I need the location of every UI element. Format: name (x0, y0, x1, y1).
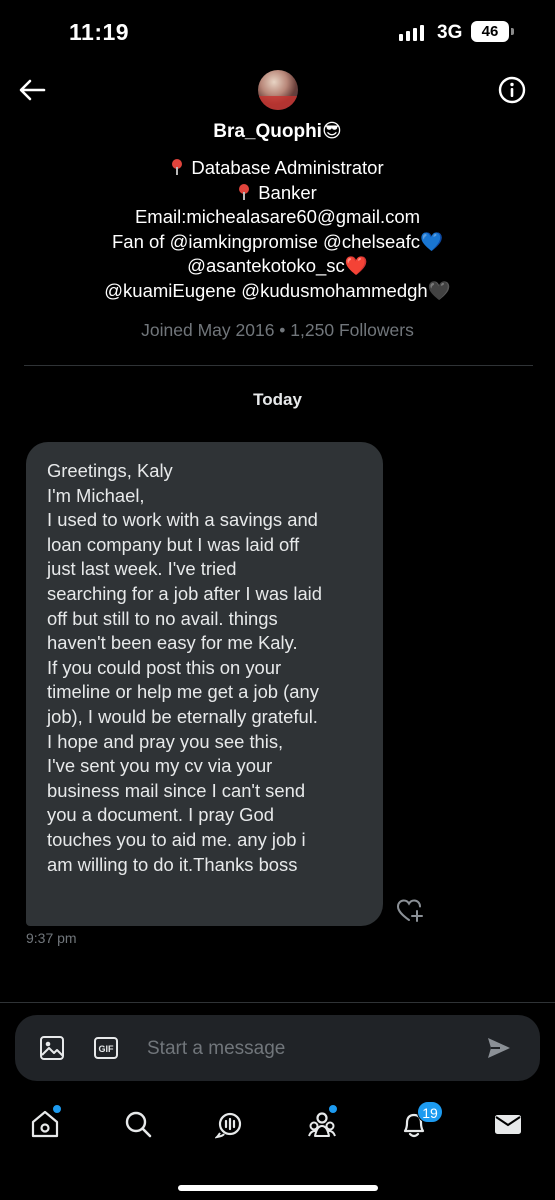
bio-line: Database Administrator (0, 156, 555, 181)
message-timestamp: 9:37 pm (26, 930, 77, 946)
status-time: 11:19 (69, 19, 130, 45)
home-icon[interactable] (23, 1102, 67, 1146)
message-line: you a document. I pray God (47, 804, 274, 826)
joined-followers: Joined May 2016 • 1,250 Followers (141, 320, 414, 340)
communities-notification-dot (328, 1104, 338, 1114)
bio-fan-of[interactable]: Fan of @iamkingpromise @chelseafc💙 (0, 230, 555, 255)
round-pushpin-icon (171, 159, 183, 175)
heart-plus-icon[interactable] (396, 898, 424, 924)
status-bar: 11:19 3G 46 (0, 0, 555, 64)
arrow-left-icon[interactable] (18, 78, 46, 102)
communities-icon[interactable] (300, 1102, 344, 1146)
divider (24, 365, 533, 366)
message-composer: GIF (15, 1015, 540, 1081)
message-bubble[interactable]: Greetings, Kaly I'm Michael, I used to wor… (26, 442, 383, 926)
bio-mention[interactable]: @asantekotoko_sc❤️ (0, 254, 555, 279)
home-notification-dot (52, 1104, 62, 1114)
notifications-badge: 19 (417, 1101, 443, 1123)
message-line: touches you to aid me. any job i (47, 828, 306, 850)
search-icon[interactable] (116, 1102, 160, 1146)
message-line: I hope and pray you see this, (47, 730, 284, 752)
info-circle-icon[interactable] (498, 76, 526, 104)
gif-label: GIF (99, 1044, 115, 1054)
date-separator: Today (253, 390, 302, 409)
bio-line: Banker (0, 181, 555, 206)
message-line: am willing to do it.Thanks boss (47, 853, 298, 875)
message-line: searching for a job after I was laid (47, 582, 322, 604)
message-line: off but still to no avail. things (47, 607, 278, 629)
spaces-icon[interactable] (208, 1102, 252, 1146)
message-line: business mail since I can't send (47, 779, 306, 801)
image-icon[interactable] (39, 1035, 65, 1061)
signal-strength-icon (399, 23, 424, 41)
network-type: 3G (437, 22, 463, 43)
message-line: job), I would be eternally grateful. (47, 705, 318, 727)
profile-name[interactable]: Bra_Quophi😎 (0, 120, 555, 143)
message-text: Greetings, Kaly I'm Michael, I used to wor… (47, 459, 363, 877)
message-input[interactable] (145, 1031, 479, 1067)
conversation-header: Bra_Quophi😎 (0, 64, 555, 160)
composer-divider (0, 1002, 555, 1003)
round-pushpin-icon (238, 183, 250, 200)
home-indicator (178, 1185, 378, 1191)
avatar[interactable] (258, 70, 298, 110)
envelope-icon[interactable] (486, 1102, 530, 1146)
send-icon[interactable] (486, 1036, 512, 1060)
gif-icon[interactable]: GIF (93, 1035, 119, 1061)
message-line: just last week. I've tried (47, 558, 237, 580)
message-line: I used to work with a savings and (47, 509, 318, 531)
bio-email[interactable]: Email:michealasare60@gmail.com (0, 205, 555, 230)
message-line: I'm Michael, (47, 484, 145, 506)
battery-icon: 46 (471, 21, 509, 42)
message-line: If you could post this on your (47, 656, 282, 678)
message-line: timeline or help me get a job (any (47, 681, 319, 703)
message-line: haven't been easy for me Kaly. (47, 632, 298, 654)
bottom-nav (0, 1096, 555, 1156)
message-line: loan company but I was laid off (47, 533, 300, 555)
message-line: Greetings, Kaly (47, 460, 173, 481)
message-line: I've sent you my cv via your (47, 755, 273, 777)
bio-role-1: Database Administrator (191, 157, 384, 178)
bio-mentions[interactable]: @kuamiEugene @kudusmohammedgh🖤 (0, 279, 555, 304)
profile-bio: Database Administrator Banker Email:mich… (0, 156, 555, 303)
battery-tip (511, 28, 514, 35)
bio-role-2: Banker (258, 181, 317, 203)
